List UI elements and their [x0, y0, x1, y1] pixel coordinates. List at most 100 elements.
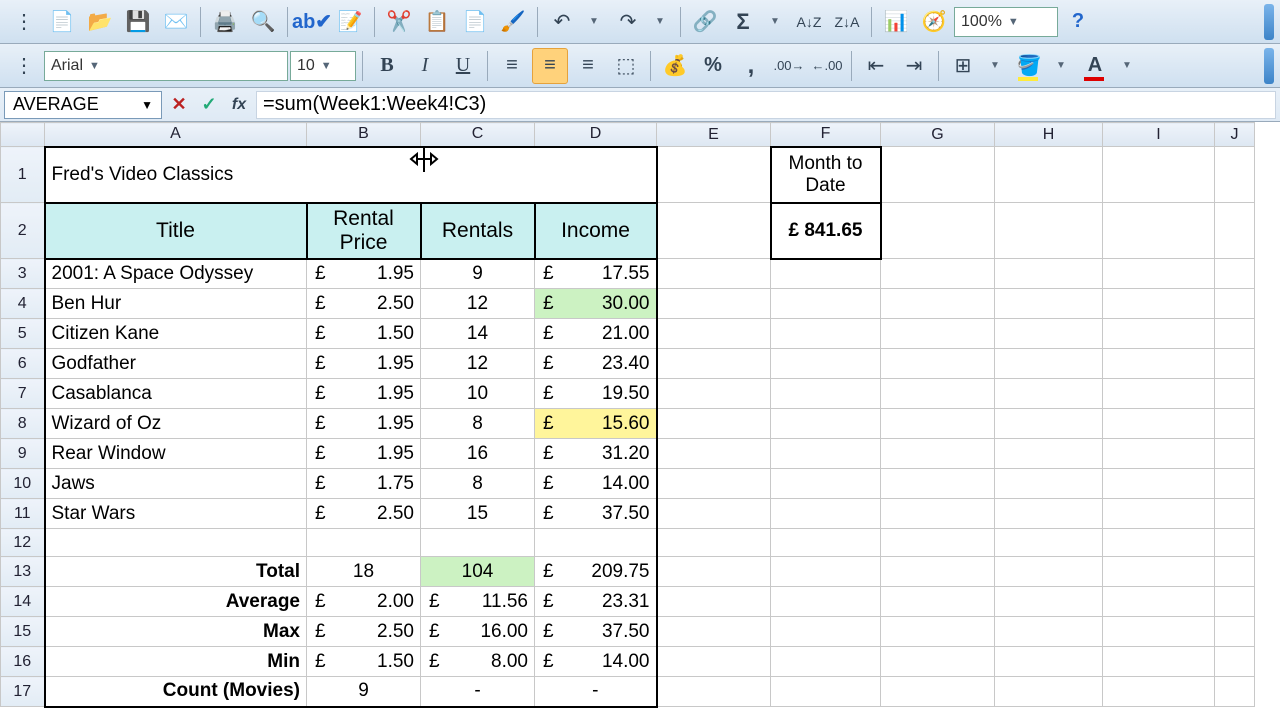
price-cell[interactable]: £2.50 [307, 499, 421, 529]
empty-cell[interactable] [881, 379, 995, 409]
summary-b[interactable]: £2.00 [307, 587, 421, 617]
font-select[interactable]: Arial ▼ [44, 51, 288, 81]
empty-cell[interactable] [657, 617, 771, 647]
empty-cell[interactable] [995, 469, 1103, 499]
price-cell[interactable]: £1.50 [307, 319, 421, 349]
empty-cell[interactable] [1103, 259, 1215, 289]
row-header-2[interactable]: 2 [1, 203, 45, 259]
col-header-D[interactable]: D [535, 123, 657, 147]
income-cell[interactable]: £17.55 [535, 259, 657, 289]
empty-cell[interactable] [995, 647, 1103, 677]
indent-dec-icon[interactable]: ⇤ [858, 48, 894, 84]
movie-title[interactable]: Rear Window [45, 439, 307, 469]
borders-icon[interactable]: ⊞ [945, 48, 981, 84]
empty-cell[interactable] [657, 469, 771, 499]
price-cell[interactable]: £1.95 [307, 259, 421, 289]
movie-title[interactable]: Jaws [45, 469, 307, 499]
income-cell[interactable]: £23.40 [535, 349, 657, 379]
dec-remove-icon[interactable]: ←.00 [809, 48, 845, 84]
empty-cell[interactable] [881, 529, 995, 557]
empty-cell[interactable] [881, 439, 995, 469]
row-header-14[interactable]: 14 [1, 587, 45, 617]
income-cell[interactable]: £15.60 [535, 409, 657, 439]
merge-icon[interactable]: ⬚ [608, 48, 644, 84]
col-header-B[interactable]: B [307, 123, 421, 147]
empty-cell[interactable] [995, 289, 1103, 319]
preview-icon[interactable]: 🔍 [245, 4, 281, 40]
empty-cell[interactable] [995, 203, 1103, 259]
font-color-icon[interactable]: A [1077, 48, 1113, 84]
redo-dd[interactable]: ▼ [646, 4, 674, 40]
empty-cell[interactable] [657, 587, 771, 617]
undo-dd[interactable]: ▼ [580, 4, 608, 40]
empty-cell[interactable] [1103, 677, 1215, 707]
row-header-5[interactable]: 5 [1, 319, 45, 349]
hdr-rentals[interactable]: Rentals [421, 203, 535, 259]
movie-title[interactable]: 2001: A Space Odyssey [45, 259, 307, 289]
empty-cell[interactable] [881, 617, 995, 647]
underline-button[interactable]: U [445, 48, 481, 84]
income-cell[interactable]: £14.00 [535, 469, 657, 499]
paste-icon[interactable]: 📄 [457, 4, 493, 40]
chart-icon[interactable]: 📊 [878, 4, 914, 40]
grip-handle[interactable]: ⋮ [6, 4, 42, 40]
row-header-11[interactable]: 11 [1, 499, 45, 529]
movie-title[interactable]: Casablanca [45, 379, 307, 409]
price-cell[interactable]: £2.50 [307, 289, 421, 319]
summary-label[interactable]: Total [45, 557, 307, 587]
rentals-cell[interactable]: 8 [421, 469, 535, 499]
empty-cell[interactable] [657, 259, 771, 289]
col-header-E[interactable]: E [657, 123, 771, 147]
summary-b[interactable]: 18 [307, 557, 421, 587]
empty-cell[interactable] [771, 587, 881, 617]
empty-cell[interactable] [995, 319, 1103, 349]
empty-cell[interactable] [1103, 647, 1215, 677]
summary-d[interactable]: £37.50 [535, 617, 657, 647]
sort-desc-icon[interactable]: Z↓A [829, 4, 865, 40]
zoom-select[interactable]: 100% ▼ [954, 7, 1058, 37]
empty-cell[interactable] [1215, 259, 1255, 289]
align-right-icon[interactable]: ≡ [570, 48, 606, 84]
empty-cell[interactable] [1103, 469, 1215, 499]
row-header-3[interactable]: 3 [1, 259, 45, 289]
accept-icon[interactable]: ✓ [196, 92, 222, 118]
empty-cell[interactable] [45, 529, 307, 557]
empty-cell[interactable] [771, 677, 881, 707]
empty-cell[interactable] [1215, 587, 1255, 617]
summary-d[interactable]: - [535, 677, 657, 707]
empty-cell[interactable] [881, 147, 995, 203]
empty-cell[interactable] [657, 289, 771, 319]
mtd-value[interactable]: £ 841.65 [771, 203, 881, 259]
empty-cell[interactable] [881, 647, 995, 677]
fx-icon[interactable]: fx [226, 92, 252, 118]
empty-cell[interactable] [771, 289, 881, 319]
col-header-H[interactable]: H [995, 123, 1103, 147]
empty-cell[interactable] [1215, 203, 1255, 259]
income-cell[interactable]: £31.20 [535, 439, 657, 469]
select-all-corner[interactable] [1, 123, 45, 147]
empty-cell[interactable] [657, 379, 771, 409]
empty-cell[interactable] [995, 499, 1103, 529]
movie-title[interactable]: Ben Hur [45, 289, 307, 319]
mtd-label[interactable]: Month to Date [771, 147, 881, 203]
empty-cell[interactable] [881, 499, 995, 529]
empty-cell[interactable] [657, 677, 771, 707]
price-cell[interactable]: £1.95 [307, 349, 421, 379]
row-header-16[interactable]: 16 [1, 647, 45, 677]
col-header-C[interactable]: C [421, 123, 535, 147]
empty-cell[interactable] [771, 617, 881, 647]
row-header-4[interactable]: 4 [1, 289, 45, 319]
summary-d[interactable]: £23.31 [535, 587, 657, 617]
empty-cell[interactable] [881, 289, 995, 319]
empty-cell[interactable] [1215, 289, 1255, 319]
row-header-7[interactable]: 7 [1, 379, 45, 409]
empty-cell[interactable] [307, 529, 421, 557]
empty-cell[interactable] [1215, 409, 1255, 439]
empty-cell[interactable] [1103, 499, 1215, 529]
align-center-icon[interactable]: ≡ [532, 48, 568, 84]
open-icon[interactable]: 📂 [82, 4, 118, 40]
print-icon[interactable]: 🖨️ [207, 4, 243, 40]
empty-cell[interactable] [1215, 677, 1255, 707]
summary-label[interactable]: Min [45, 647, 307, 677]
empty-cell[interactable] [1215, 469, 1255, 499]
